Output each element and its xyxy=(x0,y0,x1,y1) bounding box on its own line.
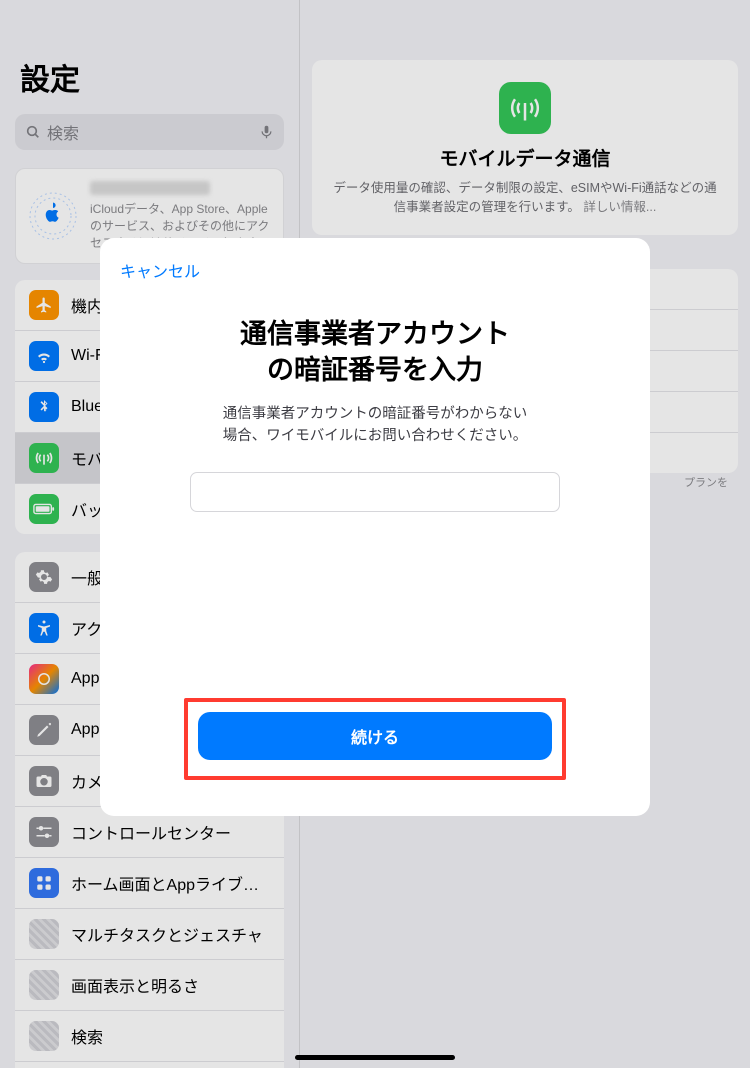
modal-subtitle: 通信事業者アカウントの暗証番号がわからない 場合、ワイモバイルにお問い合わせくだ… xyxy=(223,403,528,448)
modal-overlay: キャンセル 通信事業者アカウント の暗証番号を入力 通信事業者アカウントの暗証番… xyxy=(0,0,750,1068)
carrier-pin-modal: キャンセル 通信事業者アカウント の暗証番号を入力 通信事業者アカウントの暗証番… xyxy=(100,238,650,816)
modal-title: 通信事業者アカウント の暗証番号を入力 xyxy=(240,316,510,389)
home-indicator[interactable] xyxy=(295,1055,455,1060)
continue-button[interactable]: 続ける xyxy=(198,712,552,760)
highlight-frame: 続ける xyxy=(184,698,566,780)
cancel-button[interactable]: キャンセル xyxy=(120,258,200,282)
pin-input[interactable] xyxy=(190,472,560,512)
